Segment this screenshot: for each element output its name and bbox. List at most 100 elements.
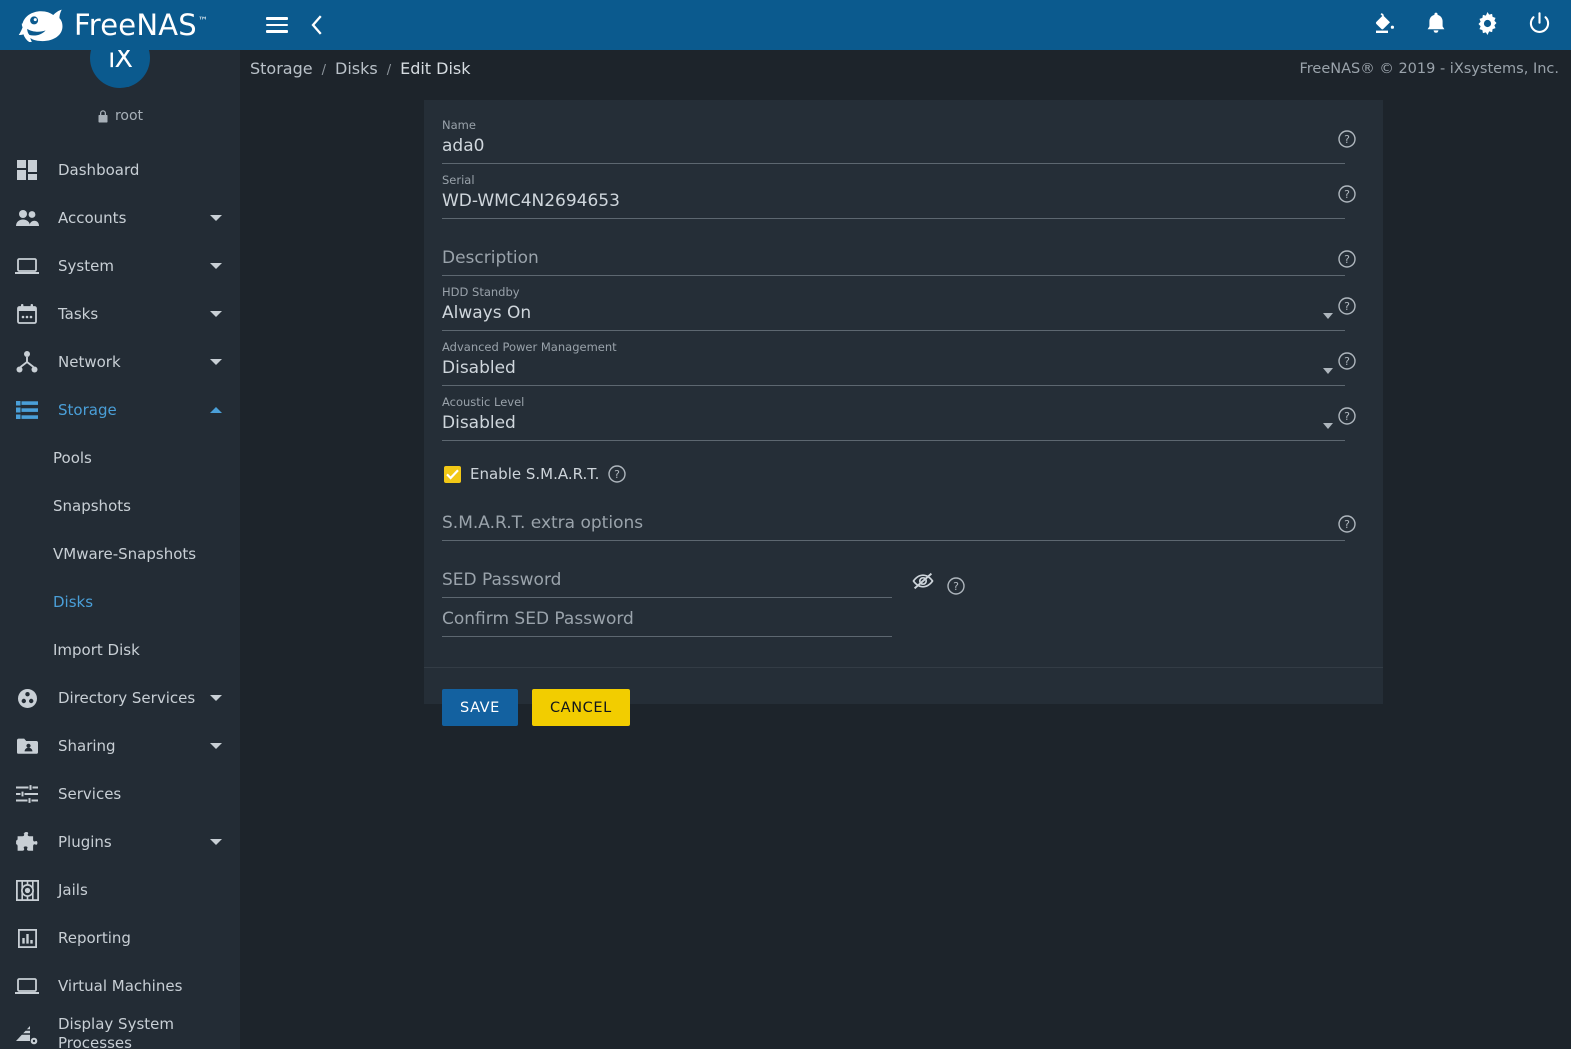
help-circle-icon[interactable]: ? [1338,352,1356,374]
chevron-down-icon[interactable] [210,215,222,221]
sidebar-item-dashboard[interactable]: Dashboard [0,146,240,194]
enable-smart-checkbox[interactable] [444,465,461,483]
bell-icon[interactable] [1425,11,1447,39]
sidebar-item-import-disk[interactable]: Import Disk [0,626,240,674]
sidebar-item-storage[interactable]: Storage [0,386,240,434]
sidebar-item-directory-services[interactable]: Directory Services [0,674,240,722]
svg-text:?: ? [1344,253,1350,266]
sidebar-item-network[interactable]: Network [0,338,240,386]
paint-bucket-icon[interactable] [1372,11,1396,39]
help-circle-icon[interactable]: ? [1338,297,1356,319]
chevron-up-icon[interactable] [210,407,222,413]
svg-text:?: ? [1344,355,1350,368]
apm-value: Disabled [442,358,516,378]
sidebar-item-system[interactable]: System [0,242,240,290]
sidebar-item-pools[interactable]: Pools [0,434,240,482]
sidebar-subitem-label: Pools [53,449,92,467]
chevron-down-icon[interactable] [210,743,222,749]
breadcrumb-item-storage[interactable]: Storage [250,59,313,78]
field-serial: Serial ? [442,173,1365,219]
sidebar-item-plugins[interactable]: Plugins [0,818,240,866]
help-circle-icon[interactable]: ? [608,465,627,483]
sidebar-item-label: Tasks [58,305,99,323]
form-body: Name ? Serial ? [424,100,1383,637]
field-description-line [442,246,1345,276]
help-circle-icon[interactable]: ? [1338,130,1356,152]
sidebar-item-label: Accounts [58,209,127,227]
sidebar-item-snapshots[interactable]: Snapshots [0,482,240,530]
acoustic-value: Disabled [442,413,516,433]
breadcrumb-bar: Storage / Disks / Edit Disk FreeNAS® © 2… [240,50,1571,87]
sed-password-input[interactable] [442,568,892,592]
chevron-down-icon [1323,368,1333,374]
sidebar-item-accounts[interactable]: Accounts [0,194,240,242]
eye-off-icon[interactable] [912,572,934,594]
sidebar-item-disks[interactable]: Disks [0,578,240,626]
description-input[interactable] [442,246,1345,270]
sidebar-item-label: Reporting [58,929,131,947]
directory-services-icon [12,685,42,711]
current-user-name: root [114,108,144,124]
sidebar-subitem-label: Import Disk [53,641,140,659]
cancel-button[interactable]: CANCEL [531,689,630,726]
jail-icon [12,877,42,903]
chevron-down-icon[interactable] [210,311,222,317]
breadcrumb: Storage / Disks / Edit Disk [250,59,471,78]
smart-extra-options-input[interactable] [442,511,1345,535]
chevron-down-icon[interactable] [210,839,222,845]
brand-header[interactable]: FreeNAS™ [0,0,240,50]
breadcrumb-item-edit-disk: Edit Disk [400,59,471,78]
breadcrumb-separator: / [321,63,326,78]
power-icon[interactable] [1528,11,1551,39]
current-user: root [0,108,240,124]
sidebar-item-jails[interactable]: Jails [0,866,240,914]
help-circle-icon[interactable]: ? [1338,515,1356,537]
gear-icon[interactable] [1476,11,1499,39]
field-serial-label: Serial [442,173,475,187]
sidebar-item-virtual-machines[interactable]: Virtual Machines [0,962,240,1010]
sidebar-item-display-system-processes[interactable]: Display System Processes [0,1010,240,1049]
sidebar-item-reporting[interactable]: Reporting [0,914,240,962]
chevron-down-icon[interactable] [210,359,222,365]
hdd-standby-value: Always On [442,303,532,323]
field-smart-extra-line [442,511,1345,541]
field-acoustic-label: Acoustic Level [442,395,525,409]
save-button[interactable]: SAVE [442,689,518,726]
svg-text:?: ? [953,580,959,593]
sidebar-item-sharing[interactable]: Sharing [0,722,240,770]
sidebar-item-tasks[interactable]: Tasks [0,290,240,338]
help-circle-icon[interactable]: ? [1338,407,1356,429]
people-icon [12,205,42,231]
help-circle-icon[interactable]: ? [1338,250,1356,272]
acoustic-select[interactable]: Disabled [442,411,1345,441]
avatar-container: iX [0,28,240,104]
chevron-down-icon[interactable] [210,695,222,701]
field-apm-label: Advanced Power Management [442,340,617,354]
sidebar-item-label: Dashboard [58,161,140,179]
sidebar-item-label: Directory Services [58,689,196,707]
sidebar-item-services[interactable]: Services [0,770,240,818]
svg-text:?: ? [1344,518,1350,531]
puzzle-piece-icon [12,829,42,855]
chevron-down-icon[interactable] [210,263,222,269]
field-name: Name ? [442,118,1365,164]
chevron-left-icon[interactable] [310,15,328,35]
breadcrumb-separator: / [386,63,392,78]
sidebar-item-vmware-snapshots[interactable]: VMware-Snapshots [0,530,240,578]
field-enable-smart: Enable S.M.A.R.T. ? [444,459,1365,489]
bar-chart-icon [12,925,42,951]
breadcrumb-item-disks[interactable]: Disks [335,59,378,78]
apm-select[interactable]: Disabled [442,356,1345,386]
svg-text:?: ? [1344,410,1350,423]
help-circle-icon[interactable]: ? [1338,185,1356,207]
confirm-sed-password-input[interactable] [442,607,892,631]
hamburger-menu-icon[interactable] [266,17,288,33]
enable-smart-label: Enable S.M.A.R.T. [470,465,600,483]
hdd-standby-select[interactable]: Always On [442,301,1345,331]
serial-input[interactable] [442,189,1345,213]
brand-trademark: ™ [197,16,209,28]
name-input[interactable] [442,134,1345,158]
brand-title: FreeNAS™ [74,8,208,42]
laptop-icon [12,253,42,279]
help-circle-icon[interactable]: ? [947,577,965,595]
